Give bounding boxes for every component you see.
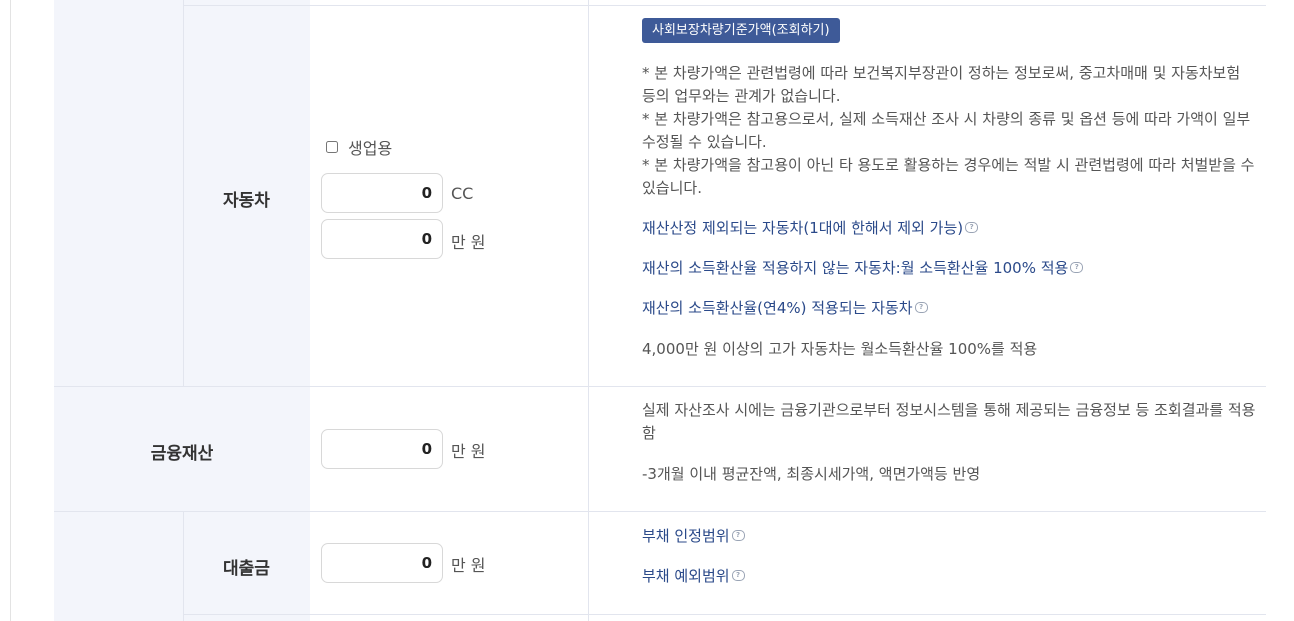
- financial-note: 실제 자산조사 시에는 금융기관으로부터 정보시스템을 통해 제공되는 금융정보…: [642, 401, 1256, 442]
- speech-bubble-info-icon[interactable]: ?: [1070, 262, 1084, 273]
- debt-exception-link-text: 부채 예외범위: [642, 567, 730, 585]
- financial-asset-input[interactable]: [321, 429, 443, 469]
- vehicle-price-input[interactable]: [321, 219, 443, 259]
- loan-amount-input[interactable]: [321, 543, 443, 583]
- row-divider: [54, 511, 1266, 512]
- vehicle-note-3: * 본 차량가액을 참고용이 아닌 타 용도로 활용하는 경우에는 적발 시 관…: [642, 156, 1255, 197]
- no-conversion-vehicle-link-text: 재산의 소득환산율 적용하지 않는 자동차:월 소득환산율 100% 적용: [642, 259, 1069, 277]
- business-use-label: 생업용: [348, 139, 393, 158]
- conversion-vehicle-link-text: 재산의 소득환산율(연4%) 적용되는 자동차: [642, 299, 913, 317]
- debt-exception-link[interactable]: 부채 예외범위?: [642, 565, 745, 586]
- speech-bubble-info-icon[interactable]: ?: [731, 530, 745, 541]
- excluded-vehicle-link[interactable]: 재산산정 제외되는 자동차(1대에 한해서 제외 가능)?: [642, 217, 979, 238]
- vehicle-note-2: * 본 차량가액은 참고용으로서, 실제 소득재산 조사 시 차량의 종류 및 …: [642, 110, 1251, 151]
- speech-bubble-info-icon[interactable]: ?: [914, 302, 928, 313]
- financial-note-detail: -3개월 이내 평균잔액, 최종시세가액, 액면가액등 반영: [642, 465, 981, 483]
- vehicle-label: 자동차: [223, 191, 270, 211]
- excluded-vehicle-link-text: 재산산정 제외되는 자동차(1대에 한해서 제외 가능): [642, 219, 964, 237]
- no-conversion-vehicle-link[interactable]: 재산의 소득환산율 적용하지 않는 자동차:월 소득환산율 100% 적용?: [642, 257, 1084, 278]
- column-divider: [588, 0, 589, 621]
- row-divider: [54, 386, 1266, 387]
- financial-label: 금융재산: [150, 444, 214, 464]
- business-use-checkbox[interactable]: [326, 141, 338, 153]
- debt-recognition-link[interactable]: 부채 인정범위?: [642, 525, 745, 546]
- loan-unit: 만 원: [451, 556, 486, 575]
- outer-left-border: [10, 0, 11, 621]
- business-use-checkbox-row[interactable]: 생업용: [326, 135, 392, 159]
- speech-bubble-info-icon[interactable]: ?: [731, 570, 745, 581]
- row-divider: [183, 5, 1266, 6]
- loan-label: 대출금: [223, 559, 270, 579]
- row-divider: [183, 614, 1266, 615]
- vehicle-price-unit: 만 원: [451, 233, 486, 252]
- speech-bubble-info-icon[interactable]: ?: [965, 222, 979, 233]
- financial-unit: 만 원: [451, 442, 486, 461]
- input-column: [310, 0, 588, 621]
- luxury-vehicle-note: 4,000만 원 이상의 고가 자동차는 월소득환산율 100%를 적용: [642, 340, 1038, 358]
- conversion-vehicle-link[interactable]: 재산의 소득환산율(연4%) 적용되는 자동차?: [642, 297, 928, 318]
- engine-cc-input[interactable]: [321, 173, 443, 213]
- vehicle-price-lookup-button[interactable]: 사회보장차량기준가액(조회하기): [642, 18, 840, 43]
- cc-unit: CC: [451, 184, 474, 203]
- debt-recognition-link-text: 부채 인정범위: [642, 527, 730, 545]
- vehicle-note-1: * 본 차량가액은 관련법령에 따라 보건복지부장관이 정하는 정보로써, 중고…: [642, 64, 1241, 105]
